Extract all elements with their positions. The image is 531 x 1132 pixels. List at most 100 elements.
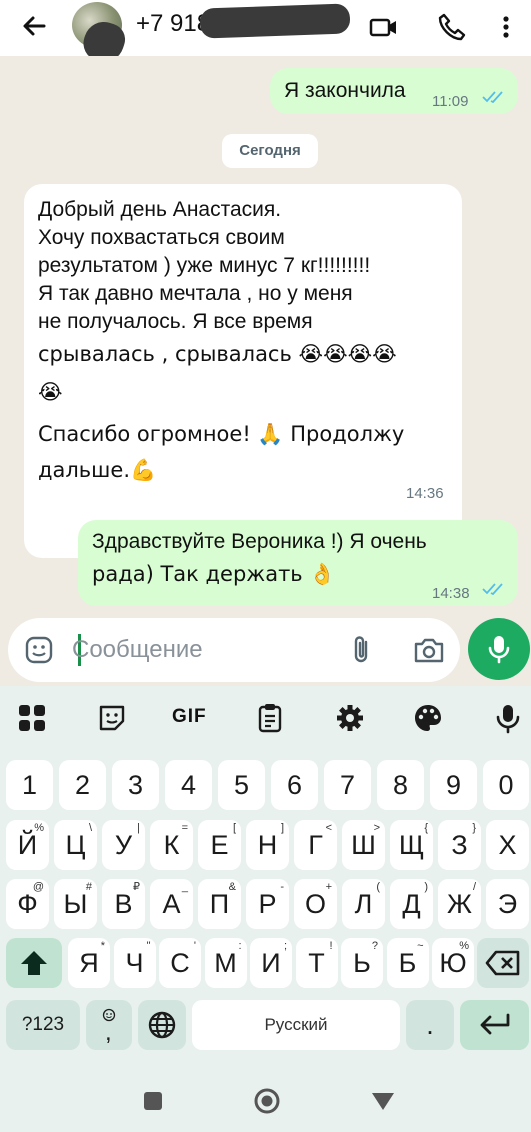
key-letter[interactable]: Ч " bbox=[113, 938, 156, 988]
conversation-area[interactable]: Я закончила 11:09 Сегодня Добрый день Ан… bbox=[0, 56, 531, 686]
symbols-key[interactable]: ?123 bbox=[6, 1000, 80, 1050]
key-letter[interactable]: Э bbox=[486, 879, 529, 929]
key-hint: ) bbox=[424, 881, 428, 893]
clipboard-icon[interactable] bbox=[254, 702, 286, 734]
emoji-comma-key[interactable]: , bbox=[86, 1000, 132, 1050]
phone-icon[interactable] bbox=[436, 11, 468, 43]
key-label: И bbox=[261, 948, 281, 978]
key-letter[interactable]: Ь? bbox=[341, 938, 383, 988]
key-letter[interactable]: Ы # bbox=[54, 879, 97, 929]
key-letter[interactable]: Я * bbox=[68, 938, 110, 988]
key-label: Ф bbox=[17, 889, 38, 919]
key-letter[interactable]: Ю% bbox=[432, 938, 474, 988]
key-letter[interactable]: Е[ bbox=[198, 820, 241, 870]
message-bubble-incoming[interactable]: Добрый день Анастасия. Хочу похвастаться… bbox=[24, 184, 462, 558]
key-label: Л bbox=[354, 889, 373, 919]
key-letter[interactable]: Т! bbox=[295, 938, 338, 988]
key-letter[interactable]: Д) bbox=[390, 879, 433, 929]
key-letter[interactable]: К = bbox=[150, 820, 193, 870]
key-label: Я bbox=[79, 948, 99, 978]
period-key[interactable]: . bbox=[406, 1000, 454, 1050]
gif-icon[interactable]: GIF bbox=[172, 706, 207, 728]
key-letter[interactable]: П & bbox=[198, 879, 241, 929]
key-letter[interactable]: Й% bbox=[6, 820, 49, 870]
space-key[interactable]: Русский bbox=[192, 1000, 400, 1050]
key-hint: ( bbox=[376, 881, 380, 893]
key-letter[interactable]: Р- bbox=[246, 879, 289, 929]
video-call-icon[interactable] bbox=[368, 11, 400, 43]
key-letter[interactable]: Ф @ bbox=[6, 879, 49, 929]
more-icon[interactable] bbox=[496, 11, 516, 43]
palette-icon[interactable] bbox=[412, 702, 444, 734]
message-bubble-outgoing[interactable]: Здравствуйте Вероника !) Я очень рада) Т… bbox=[78, 520, 518, 606]
key-letter[interactable]: М: bbox=[204, 938, 247, 988]
message-composer[interactable]: Сообщение bbox=[8, 618, 460, 682]
key-hint: % bbox=[34, 822, 44, 834]
sticker-icon[interactable] bbox=[96, 702, 128, 734]
key-letter[interactable]: Л( bbox=[342, 879, 385, 929]
message-time: 11:09 bbox=[432, 93, 469, 110]
key-letter[interactable]: З} bbox=[438, 820, 481, 870]
back-arrow-icon[interactable] bbox=[18, 10, 50, 42]
enter-key[interactable] bbox=[460, 1000, 529, 1050]
key-hint: _ bbox=[181, 881, 188, 893]
backspace-key[interactable] bbox=[477, 938, 529, 988]
voice-input-icon[interactable] bbox=[492, 702, 524, 734]
contact-name[interactable]: +7 918 bbox=[136, 10, 210, 38]
apps-grid-icon[interactable] bbox=[16, 702, 48, 734]
key-1[interactable]: 1 bbox=[6, 760, 53, 810]
key-letter[interactable]: Ц \ bbox=[54, 820, 97, 870]
key-letter[interactable]: В ₽ bbox=[102, 879, 145, 929]
back-nav-icon[interactable] bbox=[370, 1090, 396, 1112]
shift-key[interactable] bbox=[6, 938, 62, 988]
camera-icon[interactable] bbox=[412, 635, 446, 665]
language-key[interactable] bbox=[138, 1000, 186, 1050]
key-hint: ' bbox=[193, 940, 196, 952]
message-input[interactable]: Сообщение bbox=[72, 636, 203, 664]
key-letter[interactable]: И; bbox=[250, 938, 292, 988]
message-line: 😭 bbox=[38, 380, 63, 404]
voice-record-button[interactable] bbox=[468, 618, 530, 680]
key-hint: / bbox=[472, 881, 476, 893]
key-4[interactable]: 4 bbox=[165, 760, 212, 810]
emoji-icon[interactable] bbox=[24, 635, 54, 665]
settings-icon[interactable] bbox=[334, 702, 366, 734]
key-7[interactable]: 7 bbox=[324, 760, 371, 810]
key-letter[interactable]: А _ bbox=[150, 879, 193, 929]
key-5[interactable]: 5 bbox=[218, 760, 265, 810]
home-icon[interactable] bbox=[252, 1086, 282, 1116]
key-letter[interactable]: Ш > bbox=[342, 820, 385, 870]
key-hint: # bbox=[85, 881, 92, 893]
message-time: 14:38 bbox=[432, 585, 470, 602]
key-0[interactable]: 0 bbox=[483, 760, 529, 810]
message-line: Я так давно мечтала , но у меня bbox=[38, 282, 353, 305]
key-letter[interactable]: Г < bbox=[294, 820, 337, 870]
key-letter[interactable]: Б ~ bbox=[386, 938, 429, 988]
key-8[interactable]: 8 bbox=[377, 760, 424, 810]
key-9[interactable]: 9 bbox=[430, 760, 477, 810]
recents-icon[interactable] bbox=[142, 1090, 164, 1112]
message-line: Здравствуйте Вероника !) Я очень bbox=[92, 530, 427, 553]
key-letter[interactable]: У | bbox=[102, 820, 145, 870]
key-3[interactable]: 3 bbox=[112, 760, 159, 810]
key-letter[interactable]: Ж / bbox=[438, 879, 481, 929]
key-6[interactable]: 6 bbox=[271, 760, 318, 810]
key-2[interactable]: 2 bbox=[59, 760, 106, 810]
attach-icon[interactable] bbox=[348, 634, 376, 666]
message-line: дальше.💪 bbox=[38, 458, 157, 482]
read-ticks-icon bbox=[482, 91, 503, 104]
message-line: Спасибо огромное! 🙏 Продолжу bbox=[38, 422, 405, 446]
key-letter[interactable]: Х bbox=[486, 820, 529, 870]
key-letter[interactable]: Щ{ bbox=[390, 820, 433, 870]
key-label: Ж bbox=[447, 889, 472, 919]
key-hint: > bbox=[373, 822, 380, 834]
key-letter[interactable]: С ' bbox=[159, 938, 201, 988]
key-letter[interactable]: Н] bbox=[246, 820, 289, 870]
key-letter[interactable]: О + bbox=[294, 879, 337, 929]
key-hint: ; bbox=[283, 940, 287, 952]
key-label: Б bbox=[398, 948, 417, 978]
message-bubble-outgoing[interactable]: Я закончила 11:09 bbox=[270, 68, 518, 114]
key-hint: } bbox=[472, 822, 476, 834]
key-label: А bbox=[162, 889, 181, 919]
key-label: О bbox=[304, 889, 326, 919]
